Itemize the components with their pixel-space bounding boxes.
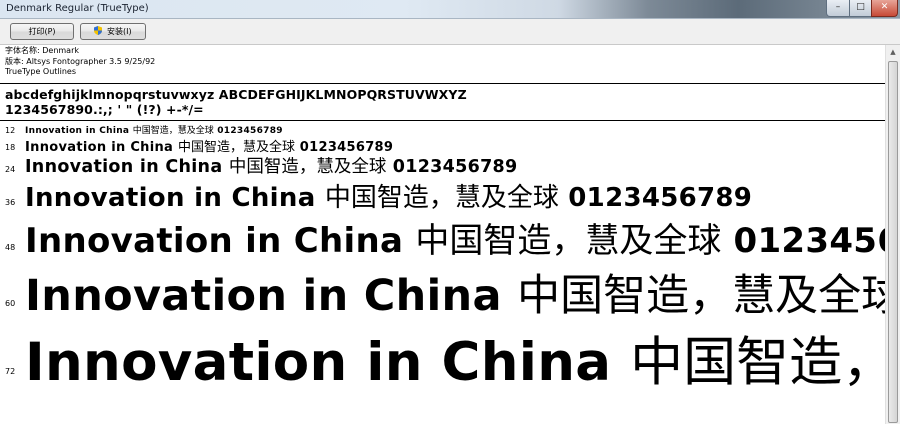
sample-latin: Innovation in China	[25, 126, 130, 136]
sample-latin: Innovation in China	[25, 157, 223, 177]
sample-line-48: Innovation in China 中国智造，慧及全球 0123456789	[25, 213, 885, 262]
sample-digits: 0123456789	[733, 221, 885, 261]
sample-chinese: 中国智造，慧及全球	[517, 271, 885, 321]
divider	[0, 120, 885, 121]
sample-chinese: 中国智造，慧及全球	[415, 221, 722, 261]
print-button-label: 打印(P)	[28, 27, 56, 36]
sample-line-72: Innovation in China 中国智造，慧及全球 0123456789	[25, 320, 885, 396]
toolbar: 打印(P) 安装(I)	[0, 19, 900, 45]
sample-chinese: 中国智造，慧及全球	[132, 126, 214, 136]
sample-digits: 0123456789	[392, 157, 518, 177]
sample-line-24: Innovation in China 中国智造，慧及全球 0123456789	[25, 153, 518, 178]
install-button-label: 安装(I)	[106, 27, 132, 36]
size-label-60: 60	[5, 299, 16, 308]
vertical-scrollbar[interactable]: ▲	[885, 45, 900, 424]
sample-chinese: 中国智造，慧及全球	[228, 157, 387, 177]
size-label-72: 72	[5, 367, 16, 376]
install-button[interactable]: 安装(I)	[80, 23, 146, 40]
sample-chinese: 中国智造，慧及全球	[324, 183, 559, 213]
scroll-up-icon[interactable]: ▲	[888, 47, 898, 57]
shield-icon	[94, 25, 103, 35]
sample-chinese: 中国智造，慧及全球	[630, 332, 885, 393]
close-button[interactable]: ✕	[871, 0, 898, 17]
minimize-button[interactable]: –	[826, 0, 850, 17]
font-version: 版本: Altsys Fontographer 3.5 9/25/92	[5, 56, 156, 66]
sample-line-36: Innovation in China 中国智造，慧及全球 0123456789	[25, 177, 752, 214]
font-name: 字体名称: Denmark	[5, 46, 80, 55]
charset-line-symbols: 1234567890.:,; ' " (!?) +-*/=	[5, 102, 204, 117]
scrollbar-thumb[interactable]	[888, 61, 898, 423]
size-label-18: 18	[5, 143, 16, 152]
size-label-12: 12	[5, 126, 16, 135]
size-label-24: 24	[5, 165, 16, 174]
sample-latin: Innovation in China	[25, 271, 502, 321]
sample-latin: Innovation in China	[25, 183, 316, 213]
sample-latin: Innovation in China	[25, 332, 612, 393]
font-info: 字体名称: Denmark 版本: Altsys Fontographer 3.…	[5, 46, 155, 78]
font-preview-area: 字体名称: Denmark 版本: Altsys Fontographer 3.…	[0, 45, 885, 424]
maximize-button[interactable]: □	[849, 0, 872, 17]
charset-line-letters: abcdefghijklmnopqrstuvwxyz ABCDEFGHIJKLM…	[5, 87, 467, 102]
font-outline-type: TrueType Outlines	[5, 67, 77, 76]
size-label-36: 36	[5, 198, 16, 207]
window-titlebar[interactable]: Denmark Regular (TrueType) – □ ✕	[0, 0, 900, 19]
sample-latin: Innovation in China	[25, 221, 404, 261]
sample-line-12: Innovation in China 中国智造，慧及全球 0123456789	[25, 123, 283, 136]
sample-digits: 0123456789	[217, 126, 283, 136]
print-button[interactable]: 打印(P)	[10, 23, 74, 40]
window-title: Denmark Regular (TrueType)	[6, 3, 149, 14]
sample-digits: 0123456789	[568, 183, 753, 213]
size-label-48: 48	[5, 243, 16, 252]
divider	[0, 83, 885, 84]
sample-line-60: Innovation in China 中国智造，慧及全球 0123456789	[25, 261, 885, 323]
